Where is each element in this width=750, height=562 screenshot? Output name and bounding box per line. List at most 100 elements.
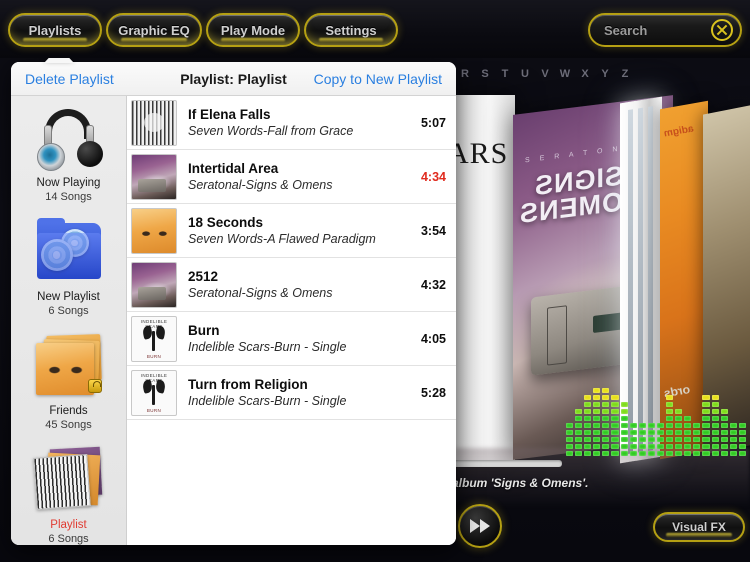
track-title: Intertidal Area (188, 160, 279, 176)
spectrum-segment (566, 444, 574, 449)
alpha-index-v[interactable]: V (535, 68, 555, 80)
sidebar-item-label: New Playlist (37, 291, 100, 303)
spectrum-segment (675, 451, 683, 456)
sidebar-item-playlist[interactable]: Playlist 6 Songs (11, 438, 126, 545)
spectrum-bar (702, 395, 710, 456)
spectrum-segment (711, 402, 719, 407)
spectrum-bar (711, 395, 719, 456)
alpha-index-t[interactable]: T (495, 68, 515, 80)
spectrum-segment (566, 437, 574, 442)
track-title: 2512 (188, 268, 219, 284)
track-row[interactable]: 2512 Seratonal-Signs & Omens 4:32 (127, 258, 456, 312)
spectrum-segment (611, 437, 619, 442)
search-input[interactable]: Search (590, 23, 711, 38)
spectrum-segment (584, 402, 592, 407)
spectrum-segment (566, 451, 574, 456)
spectrum-segment (675, 437, 683, 442)
track-album-art (131, 99, 177, 146)
track-duration: 4:34 (420, 169, 446, 184)
track-subtitle: Seratonal-Signs & Omens (188, 177, 333, 192)
spectrum-segment (702, 423, 710, 428)
spectrum-segment (675, 409, 683, 414)
spectrum-segment (611, 402, 619, 407)
spectrum-segment (575, 416, 583, 421)
sidebar-item-label: Playlist (50, 519, 87, 531)
coverflow-left-label: ARS (447, 137, 509, 170)
search-field[interactable]: Search (588, 13, 742, 47)
copy-to-new-playlist-button[interactable]: Copy to New Playlist (314, 71, 442, 87)
playlists-button[interactable]: Playlists (8, 13, 102, 47)
track-subtitle: Seven Words-A Flawed Paradigm (188, 231, 376, 246)
spectrum-segment (666, 451, 674, 456)
spectrum-segment (602, 444, 610, 449)
spectrum-segment (620, 423, 628, 428)
spectrum-segment (720, 430, 728, 435)
alpha-index-x[interactable]: X (575, 68, 595, 80)
spectrum-segment (675, 444, 683, 449)
track-subtitle: Indelible Scars-Burn - Single (188, 393, 347, 408)
spectrum-segment (584, 395, 592, 400)
spectrum-bar (675, 409, 683, 456)
coverflow-album-title: SIGNS OMENS (519, 160, 624, 229)
progress-bar[interactable] (452, 460, 562, 467)
playlist-thumbnail (31, 445, 107, 515)
spectrum-segment (584, 430, 592, 435)
coverflow-album-left[interactable]: ARS (447, 95, 515, 465)
spectrum-bar (602, 388, 610, 456)
spectrum-segment (611, 395, 619, 400)
sidebar-item-new-playlist[interactable]: New Playlist 6 Songs (11, 210, 126, 324)
track-row[interactable]: If Elena Falls Seven Words-Fall from Grac… (127, 96, 456, 150)
spectrum-segment (656, 430, 665, 435)
playlist-sidebar[interactable]: Now Playing 14 Songs New Playlist 6 Songs Fr… (11, 96, 127, 545)
spectrum-segment (720, 409, 728, 414)
spectrum-bar (575, 409, 583, 456)
playlist-thumbnail (31, 331, 107, 401)
track-album-art (131, 261, 177, 308)
spectrum-segment (647, 430, 655, 435)
spectrum-segment (711, 444, 719, 449)
headphones-icon (31, 103, 107, 173)
spectrum-segment (620, 409, 628, 414)
alpha-index-z[interactable]: Z (615, 68, 635, 80)
track-list[interactable]: If Elena Falls Seven Words-Fall from Grac… (127, 96, 456, 545)
spectrum-segment (711, 416, 719, 421)
fast-forward-button[interactable] (458, 504, 502, 548)
spectrum-segment (620, 444, 628, 449)
track-meta: Intertidal Area Seratonal-Signs & Omens (188, 160, 413, 194)
track-subtitle: Seratonal-Signs & Omens (188, 285, 333, 300)
spectrum-segment (675, 430, 683, 435)
album-stack-icon (32, 446, 105, 510)
sidebar-item-friends[interactable]: Friends 45 Songs (11, 324, 126, 438)
alpha-index-s[interactable]: S (475, 68, 495, 80)
track-row[interactable]: 18 Seconds Seven Words-A Flawed Paradigm 3… (127, 204, 456, 258)
sidebar-item-now-playing[interactable]: Now Playing 14 Songs (11, 96, 126, 210)
spectrum-segment (593, 409, 601, 414)
spectrum-segment (638, 430, 646, 435)
spectrum-segment (611, 430, 619, 435)
alpha-index-w[interactable]: W (555, 68, 575, 80)
track-row[interactable]: INDELIBLE SCARS BURN Burn Indelible Scars-B… (127, 312, 456, 366)
spectrum-segment (620, 402, 628, 407)
spectrum-segment (575, 409, 583, 414)
alpha-index-y[interactable]: Y (595, 68, 615, 80)
delete-playlist-button[interactable]: Delete Playlist (25, 71, 114, 87)
track-duration: 4:32 (420, 277, 446, 292)
playlist-thumbnail (31, 103, 107, 173)
alphabet-index[interactable]: RSTUVWXYZ (455, 68, 635, 80)
track-album-art (131, 207, 177, 254)
search-clear-icon[interactable] (711, 19, 733, 41)
track-row[interactable]: INDELIBLE SCARS BURN Turn from Religion Ind… (127, 366, 456, 420)
spectrum-segment (738, 444, 746, 449)
settings-button[interactable]: Settings (304, 13, 398, 47)
spectrum-segment (693, 423, 701, 428)
track-row[interactable]: Intertidal Area Seratonal-Signs & Omens 4:… (127, 150, 456, 204)
spectrum-segment (675, 416, 683, 421)
spectrum-bar (738, 423, 746, 456)
alpha-index-r[interactable]: R (455, 68, 475, 80)
play-mode-button[interactable]: Play Mode (206, 13, 300, 47)
spectrum-segment (620, 416, 628, 421)
visual-fx-button[interactable]: Visual FX (653, 512, 745, 542)
graphic-eq-button[interactable]: Graphic EQ (106, 13, 202, 47)
spectrum-segment (629, 451, 637, 456)
alpha-index-u[interactable]: U (515, 68, 535, 80)
